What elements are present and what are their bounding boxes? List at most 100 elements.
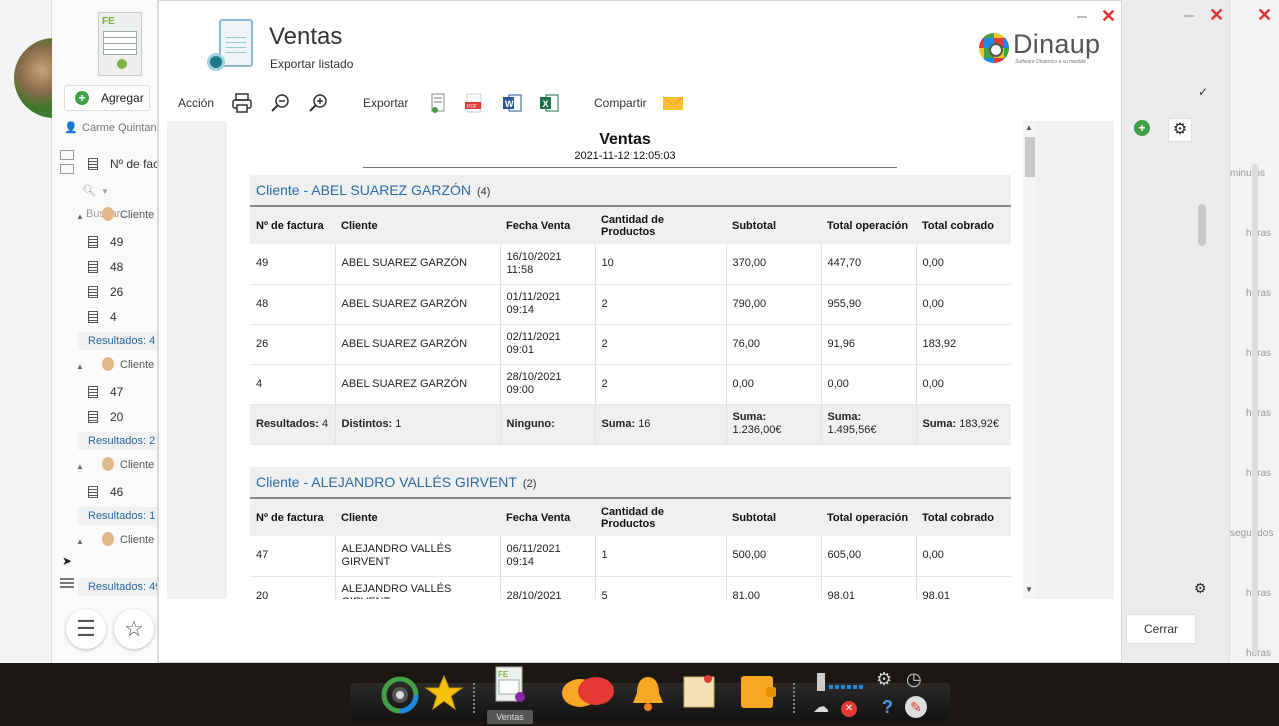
pdf-icon[interactable]: PDF — [462, 91, 486, 115]
table-cell: 26 — [250, 324, 336, 365]
star-icon[interactable] — [424, 673, 464, 713]
table-row: 48 ABEL SUAREZ GARZÓN 01/11/2021 09:14 2… — [250, 284, 1011, 325]
taskbar: FE ⚙ ◷ ☁ ✕ ? ✎ — [0, 663, 1279, 726]
exportar-label: Exportar — [363, 96, 409, 110]
star-icon[interactable]: ☆ — [114, 609, 154, 649]
group-header[interactable]: Cliente — [78, 354, 157, 378]
fe-logo-icon: FE — [102, 16, 115, 27]
column-header: Cantidad de Productos — [595, 205, 726, 244]
column-header: Cliente — [335, 497, 500, 536]
table-cell: 28/10/2021 09:00 — [500, 364, 596, 405]
group-result-count: Resultados: 2 — [78, 432, 157, 450]
excel-icon[interactable]: X — [537, 91, 561, 115]
group-label: Cliente — [120, 459, 155, 471]
dinaup-gear-icon[interactable] — [380, 675, 420, 715]
list-item[interactable]: 4 — [78, 305, 157, 329]
table-cell: 98,01 — [916, 576, 1011, 599]
search-input[interactable]: 🔍︎ ▼ Buscar... — [78, 180, 157, 220]
document-icon — [88, 486, 98, 498]
document-icon — [88, 236, 98, 248]
list-item[interactable]: 26 — [78, 280, 157, 304]
group-label: Cliente — [120, 359, 155, 371]
report-scrollbar[interactable]: ▲ ▼ — [1023, 121, 1037, 599]
list-item[interactable]: 49 — [78, 230, 157, 254]
cloud-icon[interactable]: ☁ — [813, 697, 835, 719]
table-cell: ABEL SUAREZ GARZÓN — [335, 324, 501, 365]
background-right-panel: minutos horas horas horas horas horas se… — [1122, 0, 1279, 663]
clock-icon[interactable]: ◷ — [906, 669, 928, 691]
total-value: 16 — [638, 417, 651, 430]
list-icon[interactable] — [60, 578, 74, 590]
pin-icon[interactable]: ✎ — [905, 696, 927, 718]
grid-icon — [103, 31, 137, 55]
column-header: Subtotal — [726, 497, 821, 536]
group-header[interactable]: Cliente — [78, 529, 157, 553]
table-cell: 1 — [595, 536, 727, 577]
group-header[interactable]: Cliente — [78, 454, 157, 478]
chat-icon[interactable] — [560, 673, 616, 713]
gear-icon[interactable]: ⚙ — [1168, 118, 1192, 142]
scrollbar-thumb[interactable] — [1025, 137, 1035, 177]
time-label: horas — [1246, 648, 1272, 659]
table-cell: 20 — [250, 576, 336, 599]
close-button[interactable]: Cerrar — [1126, 614, 1196, 644]
email-icon[interactable] — [661, 91, 685, 115]
word-icon[interactable]: W — [500, 91, 524, 115]
total-value: 1.495,56€ — [827, 424, 877, 436]
server-status-icon[interactable] — [815, 671, 871, 693]
total-cell: Suma: 1.236,00€ — [726, 404, 822, 445]
column-header: Fecha Venta — [500, 497, 595, 536]
report-preview[interactable]: Ventas 2021-11-12 12:05:03 Cliente - ABE… — [167, 121, 1114, 599]
zoom-out-icon[interactable] — [268, 91, 292, 115]
scrollbar-track[interactable] — [1252, 164, 1258, 654]
zoom-in-icon[interactable] — [306, 91, 330, 115]
list-item[interactable]: 48 — [78, 255, 157, 279]
avatar — [102, 532, 114, 546]
right-panel-inner — [1122, 0, 1230, 663]
group-header[interactable]: Cliente — [78, 204, 157, 228]
export-doc-icon[interactable] — [426, 91, 450, 115]
printer-icon[interactable] — [230, 91, 254, 115]
minimize-icon[interactable] — [1184, 15, 1194, 17]
notes-icon[interactable] — [680, 671, 720, 711]
error-icon[interactable]: ✕ — [841, 701, 857, 717]
report-date: 2021-11-12 12:05:03 — [574, 150, 676, 162]
list-item-label: 26 — [110, 285, 124, 299]
minimize-icon[interactable] — [1077, 16, 1087, 18]
close-icon[interactable]: ✕ — [1101, 7, 1116, 25]
bell-icon[interactable] — [628, 673, 668, 713]
gear-icon[interactable]: ⚙ — [1194, 580, 1207, 597]
close-icon[interactable]: ✕ — [1209, 6, 1224, 24]
document-icon — [88, 311, 98, 323]
scroll-down-icon[interactable]: ▼ — [1025, 585, 1033, 594]
help-icon[interactable]: ? — [882, 697, 898, 717]
table-row: 20 ALEJANDRO VALLÉS GIRVENT 28/10/2021 5… — [250, 576, 1011, 599]
table-cell: 447,70 — [821, 244, 917, 285]
invoice-icon[interactable]: FE — [490, 665, 530, 709]
list-item[interactable]: 46 — [78, 480, 157, 504]
user-row[interactable]: 👤 Carme Quintana — [64, 121, 157, 134]
menu-list-icon[interactable]: ☰ — [66, 609, 106, 649]
list-item[interactable]: 20 — [78, 405, 157, 429]
add-button[interactable]: + Agregar — [64, 85, 150, 111]
scroll-up-icon[interactable]: ▲ — [1025, 123, 1033, 132]
export-window: Ventas Exportar listado ✕ Dinaup Softwar… — [158, 0, 1122, 663]
table-cell: 98,01 — [821, 576, 917, 599]
list-item[interactable]: 47 — [78, 380, 157, 404]
close-icon[interactable]: ✕ — [1257, 6, 1272, 24]
column-header[interactable]: Nº de factura — [78, 152, 157, 176]
document-icon — [88, 386, 98, 398]
total-cell: Suma: 16 — [595, 404, 727, 445]
gear-icon[interactable]: ⚙ — [876, 669, 898, 691]
table-cell: 0,00 — [916, 244, 1011, 285]
group-result-count: Resultados: 4 — [78, 332, 157, 350]
table-cell: ABEL SUAREZ GARZÓN — [335, 244, 501, 285]
add-icon[interactable]: + — [1134, 120, 1150, 136]
column-header: Total cobrado — [916, 497, 1011, 536]
list-view-icon[interactable] — [60, 150, 78, 180]
group-count: (4) — [476, 186, 491, 198]
avatar — [102, 357, 114, 371]
wallet-icon[interactable] — [738, 671, 778, 711]
scrollbar-thumb[interactable] — [1198, 204, 1206, 246]
toolbar: Acción Exportar PDF W X Compartir — [167, 85, 1114, 121]
